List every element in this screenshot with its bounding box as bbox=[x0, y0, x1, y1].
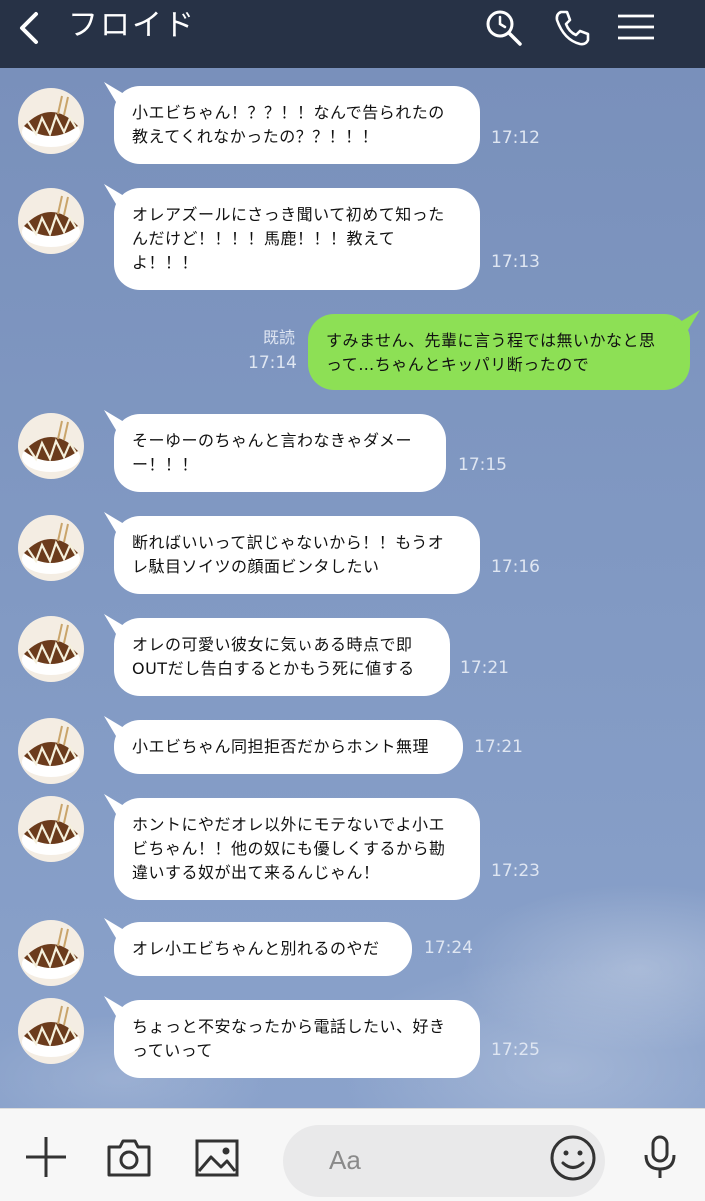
message-line: って…ちゃんとキッパリ断ったので bbox=[326, 355, 590, 374]
message-time: 17:23 bbox=[491, 861, 540, 881]
message-bubble[interactable]: オレ小エビちゃんと別れるのやだ bbox=[114, 922, 412, 976]
message-time: 17:21 bbox=[460, 658, 509, 678]
message-line: 小エビちゃん！？？！！なんで告られたの bbox=[132, 103, 445, 122]
search-icon[interactable] bbox=[482, 6, 526, 50]
avatar[interactable] bbox=[18, 796, 84, 862]
takoyaki-avatar-icon bbox=[22, 623, 80, 675]
avatar[interactable] bbox=[18, 515, 84, 581]
message-line: レ駄目ソイツの顔面ビンタしたい bbox=[132, 557, 380, 576]
takoyaki-avatar-icon bbox=[22, 725, 80, 777]
message-bubble[interactable]: ちょっと不安なったから電話したい、好き っていって bbox=[114, 1000, 480, 1078]
message-line: 断ればいいって訳じゃないから！！もうオ bbox=[132, 533, 445, 552]
message-line: オレ小エビちゃんと別れるのやだ bbox=[132, 939, 380, 958]
read-receipt: 既読 bbox=[263, 328, 296, 347]
plus-icon[interactable] bbox=[22, 1133, 70, 1181]
avatar[interactable] bbox=[18, 188, 84, 254]
message-time: 17:15 bbox=[458, 455, 507, 475]
message-line: よ！！！ bbox=[132, 253, 199, 272]
avatar[interactable] bbox=[18, 920, 84, 986]
takoyaki-avatar-icon bbox=[22, 420, 80, 472]
message-time: 17:24 bbox=[424, 938, 473, 958]
menu-icon[interactable] bbox=[614, 6, 658, 50]
chat-area[interactable]: 小エビちゃん！？？！！なんで告られたの 教えてくれなかったの？？！！！ 17:1… bbox=[0, 68, 705, 1108]
avatar[interactable] bbox=[18, 616, 84, 682]
message-bubble[interactable]: オレアズールにさっき聞いて初めて知った んだけど！！！！馬鹿！！！教えて よ！！… bbox=[114, 188, 480, 290]
message-line: ビちゃん！！他の奴にも優しくするから勘 bbox=[132, 839, 446, 858]
avatar[interactable] bbox=[18, 998, 84, 1064]
avatar[interactable] bbox=[18, 718, 84, 784]
takoyaki-avatar-icon bbox=[22, 522, 80, 574]
takoyaki-avatar-icon bbox=[22, 1005, 80, 1057]
message-input-placeholder: Aa bbox=[329, 1145, 361, 1175]
message-line: んだけど！！！！馬鹿！！！教えて bbox=[132, 229, 396, 248]
message-bubble[interactable]: 小エビちゃん同担拒否だからホント無理 bbox=[114, 720, 463, 774]
message-time: 17:16 bbox=[491, 557, 540, 577]
message-line: ちょっと不安なったから電話したい、好き bbox=[132, 1017, 446, 1036]
takoyaki-avatar-icon bbox=[22, 195, 80, 247]
message-line: ー！！！ bbox=[132, 455, 199, 474]
chat-header: フロイド bbox=[0, 0, 705, 68]
message-bubble[interactable]: 小エビちゃん！？？！！なんで告られたの 教えてくれなかったの？？！！！ bbox=[114, 86, 480, 164]
message-line: 違いする奴が出て来るんじゃん！ bbox=[132, 863, 380, 882]
message-line: すみません、先輩に言う程では無いかなと思 bbox=[326, 331, 656, 350]
message-time: 17:21 bbox=[474, 737, 523, 757]
message-bubble[interactable]: ホントにやだオレ以外にモテないでよ小エ ビちゃん！！他の奴にも優しくするから勘 … bbox=[114, 798, 480, 900]
avatar[interactable] bbox=[18, 413, 84, 479]
message-time: 17:14 bbox=[248, 353, 297, 373]
message-time: 17:12 bbox=[491, 128, 540, 148]
message-line: 教えてくれなかったの？？！！！ bbox=[132, 127, 379, 146]
message-bubble[interactable]: そーゆーのちゃんと言わなきゃダメー ー！！！ bbox=[114, 414, 446, 492]
message-bubble[interactable]: 断ればいいって訳じゃないから！！もうオ レ駄目ソイツの顔面ビンタしたい bbox=[114, 516, 480, 594]
phone-icon[interactable] bbox=[550, 6, 594, 50]
message-line: オレの可愛い彼女に気ぃある時点で即 bbox=[132, 635, 413, 654]
takoyaki-avatar-icon bbox=[22, 95, 80, 147]
message-line: ホントにやだオレ以外にモテないでよ小エ bbox=[132, 815, 446, 834]
message-bubble-sent[interactable]: すみません、先輩に言う程では無いかなと思 って…ちゃんとキッパリ断ったので bbox=[308, 314, 690, 390]
message-line: オレアズールにさっき聞いて初めて知った bbox=[132, 205, 445, 224]
message-input-bar: Aa bbox=[0, 1108, 705, 1201]
image-icon[interactable] bbox=[193, 1133, 241, 1181]
message-line: っていって bbox=[132, 1041, 213, 1060]
smile-icon[interactable] bbox=[548, 1133, 598, 1183]
message-line: 小エビちゃん同担拒否だからホント無理 bbox=[132, 737, 430, 756]
takoyaki-avatar-icon bbox=[22, 927, 80, 979]
message-time: 17:13 bbox=[491, 252, 540, 272]
takoyaki-avatar-icon bbox=[22, 803, 80, 855]
mic-icon[interactable] bbox=[636, 1133, 684, 1181]
camera-icon[interactable] bbox=[105, 1133, 153, 1181]
avatar[interactable] bbox=[18, 88, 84, 154]
message-bubble[interactable]: オレの可愛い彼女に気ぃある時点で即 OUTだし告白するとかもう死に値する bbox=[114, 618, 450, 696]
message-line: OUTだし告白するとかもう死に値する bbox=[132, 659, 415, 678]
message-time: 17:25 bbox=[491, 1040, 540, 1060]
message-line: そーゆーのちゃんと言わなきゃダメー bbox=[132, 431, 413, 450]
chat-title: フロイド bbox=[68, 8, 196, 43]
chevron-left-icon[interactable] bbox=[10, 8, 50, 48]
